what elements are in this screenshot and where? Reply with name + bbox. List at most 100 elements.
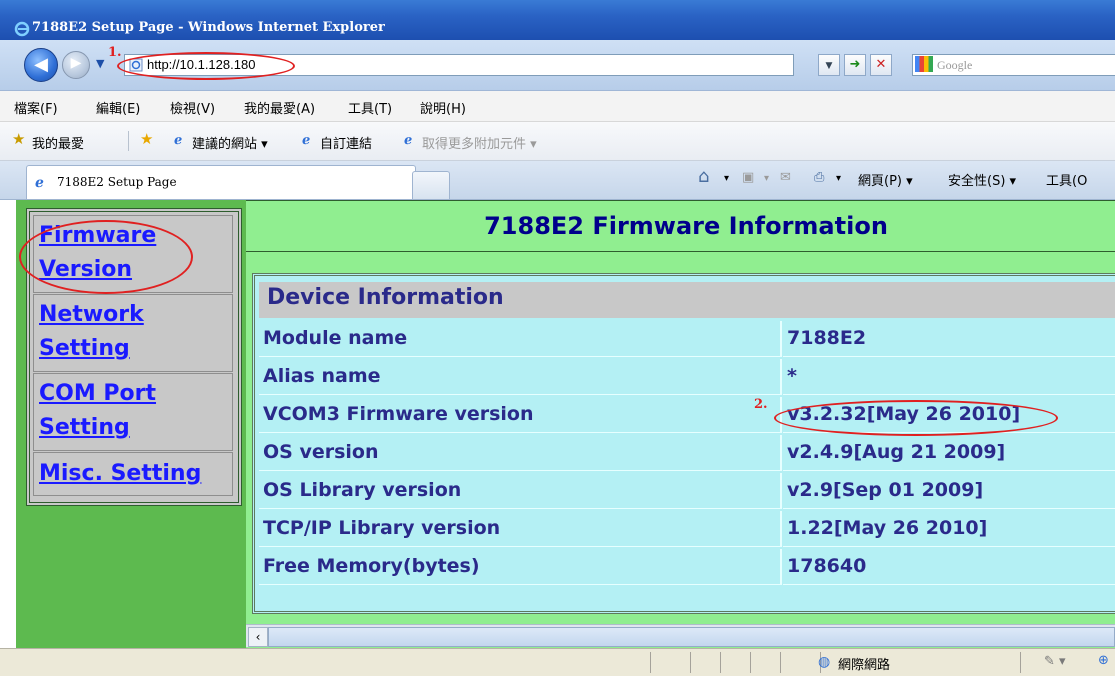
menu-bar: 檔案(F) 編輯(E) 檢視(V) 我的最愛(A) 工具(T) 說明(H)	[0, 91, 1115, 122]
stop-button[interactable]: ✕	[870, 54, 892, 76]
table-row: Alias name *	[259, 359, 1115, 395]
value-cell: v2.4.9[Aug 21 2009]	[783, 435, 1115, 471]
label-cell: Alias name	[259, 359, 782, 395]
address-dropdown-button[interactable]: ▼	[818, 54, 840, 76]
page-title: 7188E2 Firmware Information	[246, 200, 1115, 252]
page-menu[interactable]: 網頁(P) ▾	[858, 170, 913, 189]
table-row: OS version v2.4.9[Aug 21 2009]	[259, 435, 1115, 471]
add-favorite-icon[interactable]: ★	[140, 130, 153, 148]
menu-favorites[interactable]: 我的最愛(A)	[244, 98, 315, 117]
forward-arrow-icon: ▶	[70, 55, 82, 71]
row-value: v2.4.9[Aug 21 2009]	[787, 441, 1006, 463]
divider	[720, 652, 721, 673]
row-value: 178640	[787, 555, 867, 577]
menu-edit[interactable]: 編輯(E)	[96, 98, 140, 117]
tab-bar: ℯ 7188E2 Setup Page ⌂ ▾ ▣ ▾ ✉ ⎙ ▾ 網頁(P) …	[0, 161, 1115, 200]
nav-link-com-line2[interactable]: Setting	[39, 410, 130, 445]
menu-help[interactable]: 說明(H)	[420, 98, 466, 117]
chevron-left-icon: ‹	[255, 630, 261, 644]
scroll-left-button[interactable]: ‹	[248, 627, 268, 647]
get-addons-link[interactable]: 取得更多附加元件 ▾	[422, 133, 537, 152]
label-cell: VCOM3 Firmware version	[259, 397, 782, 433]
horizontal-scrollbar[interactable]: ‹	[246, 624, 1115, 647]
nav-link-network-line2[interactable]: Setting	[39, 331, 130, 366]
security-zone: 網際網路	[838, 658, 891, 673]
annotation-label-1: 1.	[108, 45, 122, 60]
forward-button[interactable]: ▶	[62, 51, 90, 79]
nav-item-network[interactable]: Network Setting	[33, 294, 233, 372]
nav-item-com-port[interactable]: COM Port Setting	[33, 373, 233, 451]
favorites-bar: ★ 我的最愛 ★ ℯ 建議的網站 ▾ ℯ 自訂連結 ℯ 取得更多附加元件 ▾	[0, 122, 1115, 161]
table-row: TCP/IP Library version 1.22[May 26 2010]	[259, 511, 1115, 547]
new-tab-button[interactable]	[412, 171, 450, 199]
mail-icon[interactable]: ✉	[780, 170, 791, 185]
row-label: TCP/IP Library version	[263, 517, 501, 539]
nav-link-misc[interactable]: Misc. Setting	[39, 456, 201, 491]
row-value: 7188E2	[787, 327, 867, 349]
divider	[750, 652, 751, 673]
favorites-button[interactable]: 我的最愛	[32, 133, 84, 152]
feeds-icon[interactable]: ▣	[742, 170, 754, 185]
chevron-down-icon[interactable]: ▾	[836, 173, 841, 184]
row-value: *	[787, 365, 797, 387]
row-label: Free Memory(bytes)	[263, 555, 480, 577]
go-arrow-icon: ➜	[849, 57, 861, 72]
home-icon[interactable]: ⌂	[698, 166, 709, 187]
right-frame: 7188E2 Firmware Information Device Infor…	[246, 200, 1115, 648]
row-label: Alias name	[263, 365, 381, 387]
menu-view[interactable]: 檢視(V)	[170, 98, 215, 117]
chevron-down-icon[interactable]: ▾	[764, 173, 769, 184]
label-cell: TCP/IP Library version	[259, 511, 782, 547]
suggested-sites-link[interactable]: 建議的網站 ▾	[192, 133, 268, 152]
tab-setup-page[interactable]: ℯ 7188E2 Setup Page	[26, 165, 416, 199]
safety-menu[interactable]: 安全性(S) ▾	[948, 170, 1016, 189]
back-arrow-icon: ◀	[34, 54, 48, 75]
divider	[1020, 652, 1021, 673]
search-field[interactable]: Google	[912, 54, 1115, 76]
table-row: OS Library version v2.9[Sep 01 2009]	[259, 473, 1115, 509]
table-row: Module name 7188E2	[259, 321, 1115, 357]
tools-menu[interactable]: 工具(O	[1046, 170, 1087, 189]
print-icon[interactable]: ⎙	[814, 170, 824, 185]
ie-page-icon: ℯ	[302, 133, 311, 148]
annotation-label-2: 2.	[754, 397, 768, 412]
close-icon: ✕	[875, 57, 887, 72]
menu-file[interactable]: 檔案(F)	[14, 98, 58, 117]
protected-mode-icon[interactable]: ✎ ▾	[1044, 654, 1066, 669]
label-cell: Free Memory(bytes)	[259, 549, 782, 585]
google-logo-icon	[915, 56, 933, 72]
ie-addon-icon: ℯ	[404, 133, 413, 148]
value-cell: 1.22[May 26 2010]	[783, 511, 1115, 547]
label-cell: OS Library version	[259, 473, 782, 509]
table-row: Free Memory(bytes) 178640	[259, 549, 1115, 585]
back-button[interactable]: ◀	[24, 48, 58, 82]
status-bar: ◍ 網際網路 ✎ ▾ ⊕	[0, 648, 1115, 676]
left-frame: Firmware Version Network Setting COM Por…	[16, 200, 246, 648]
label-cell: Module name	[259, 321, 782, 357]
nav-item-misc[interactable]: Misc. Setting	[33, 452, 233, 496]
value-cell: *	[783, 359, 1115, 395]
row-value: 1.22[May 26 2010]	[787, 517, 988, 539]
custom-links-link[interactable]: 自訂連結	[320, 133, 372, 152]
history-dropdown-icon[interactable]: ▼	[96, 57, 104, 70]
tab-label: 7188E2 Setup Page	[57, 175, 177, 189]
chevron-down-icon[interactable]: ▾	[724, 173, 729, 184]
favorites-star-icon: ★	[12, 130, 26, 148]
go-button[interactable]: ➜	[844, 54, 866, 76]
window-title: 7188E2 Setup Page - Windows Internet Exp…	[32, 20, 385, 35]
nav-link-com-line1[interactable]: COM Port	[39, 376, 156, 411]
menu-tools[interactable]: 工具(T)	[348, 98, 392, 117]
row-label: OS version	[263, 441, 379, 463]
section-header: Device Information	[259, 282, 1115, 318]
label-cell: OS version	[259, 435, 782, 471]
divider	[780, 652, 781, 673]
section-title: Device Information	[267, 285, 504, 310]
divider	[690, 652, 691, 673]
value-cell: 178640	[783, 549, 1115, 585]
scrollbar-thumb[interactable]	[268, 627, 1115, 647]
zoom-icon[interactable]: ⊕	[1098, 653, 1109, 668]
device-info-table: Device Information Module name 7188E2 Al…	[252, 273, 1115, 614]
nav-link-network-line1[interactable]: Network	[39, 297, 144, 332]
chevron-down-icon: ▼	[825, 61, 833, 71]
internet-globe-icon: ◍	[818, 654, 831, 670]
